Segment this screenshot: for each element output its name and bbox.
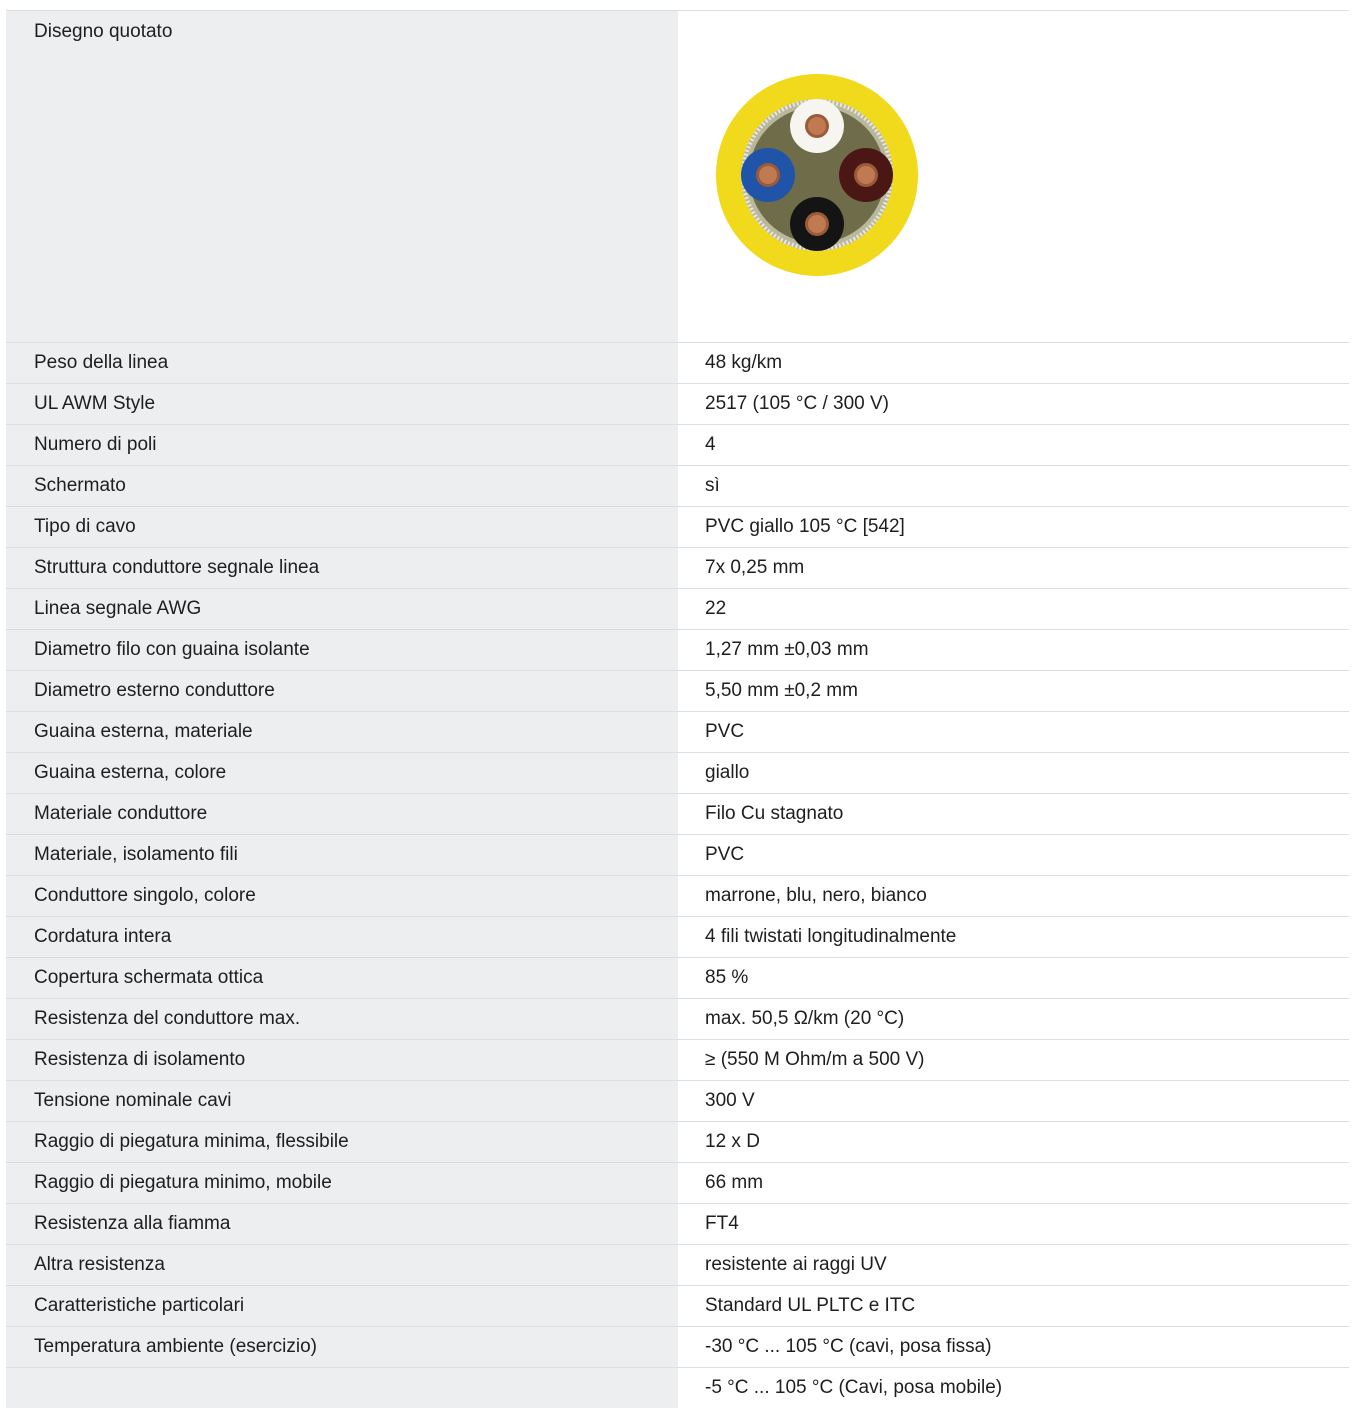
table-row: Numero di poli 4 xyxy=(6,425,1349,466)
table-row: Guaina esterna, materiale PVC xyxy=(6,712,1349,753)
table-row: Resistenza del conduttore max. max. 50,5… xyxy=(6,999,1349,1040)
property-value: -30 °C ... 105 °C (cavi, posa fissa) xyxy=(678,1327,1349,1367)
property-label: Linea segnale AWG xyxy=(6,589,678,629)
property-label: Conduttore singolo, colore xyxy=(6,876,678,916)
property-label: Schermato xyxy=(6,466,678,506)
property-label xyxy=(6,1368,678,1408)
table-row: -5 °C ... 105 °C (Cavi, posa mobile) xyxy=(6,1368,1349,1408)
table-row: Altra resistenza resistente ai raggi UV xyxy=(6,1245,1349,1286)
property-label: Altra resistenza xyxy=(6,1245,678,1285)
property-value: 1,27 mm ±0,03 mm xyxy=(678,630,1349,670)
property-label: Guaina esterna, materiale xyxy=(6,712,678,752)
table-row: Resistenza di isolamento ≥ (550 M Ohm/m … xyxy=(6,1040,1349,1081)
property-label: Resistenza del conduttore max. xyxy=(6,999,678,1039)
table-row: UL AWM Style 2517 (105 °C / 300 V) xyxy=(6,384,1349,425)
property-value: PVC xyxy=(678,835,1349,875)
table-row: Struttura conduttore segnale linea 7x 0,… xyxy=(6,548,1349,589)
property-label: Tipo di cavo xyxy=(6,507,678,547)
property-value: 4 xyxy=(678,425,1349,465)
table-row: Schermato sì xyxy=(6,466,1349,507)
property-value: 48 kg/km xyxy=(678,343,1349,383)
property-value: -5 °C ... 105 °C (Cavi, posa mobile) xyxy=(678,1368,1349,1408)
property-value: 7x 0,25 mm xyxy=(678,548,1349,588)
table-row: Peso della linea 48 kg/km xyxy=(6,343,1349,384)
property-value: 85 % xyxy=(678,958,1349,998)
property-label: Struttura conduttore segnale linea xyxy=(6,548,678,588)
table-row: Materiale, isolamento fili PVC xyxy=(6,835,1349,876)
table-row: Temperatura ambiente (esercizio) -30 °C … xyxy=(6,1327,1349,1368)
property-label: Guaina esterna, colore xyxy=(6,753,678,793)
property-label: Resistenza alla fiamma xyxy=(6,1204,678,1244)
table-row: Resistenza alla fiamma FT4 xyxy=(6,1204,1349,1245)
table-row: Diametro filo con guaina isolante 1,27 m… xyxy=(6,630,1349,671)
property-value: 12 x D xyxy=(678,1122,1349,1162)
property-value: 2517 (105 °C / 300 V) xyxy=(678,384,1349,424)
table-row: Materiale conduttore Filo Cu stagnato xyxy=(6,794,1349,835)
property-value: Filo Cu stagnato xyxy=(678,794,1349,834)
property-label: Raggio di piegatura minimo, mobile xyxy=(6,1163,678,1203)
property-value: ≥ (550 M Ohm/m a 500 V) xyxy=(678,1040,1349,1080)
property-label: Raggio di piegatura minima, flessibile xyxy=(6,1122,678,1162)
property-label: Diametro filo con guaina isolante xyxy=(6,630,678,670)
table-row: Tensione nominale cavi 300 V xyxy=(6,1081,1349,1122)
property-value: 300 V xyxy=(678,1081,1349,1121)
property-label: Caratteristiche particolari xyxy=(6,1286,678,1326)
property-label: Cordatura intera xyxy=(6,917,678,957)
property-value: sì xyxy=(678,466,1349,506)
property-value: PVC giallo 105 °C [542] xyxy=(678,507,1349,547)
property-label: UL AWM Style xyxy=(6,384,678,424)
technical-data-table: Disegno quotato Peso della linea 48 kg/k… xyxy=(6,11,1349,1408)
table-row: Tipo di cavo PVC giallo 105 °C [542] xyxy=(6,507,1349,548)
dimensional-drawing-row: Disegno quotato xyxy=(6,11,1349,343)
table-row: Cordatura intera 4 fili twistati longitu… xyxy=(6,917,1349,958)
drawing-cell xyxy=(678,11,1349,342)
property-value: giallo xyxy=(678,753,1349,793)
table-row: Guaina esterna, colore giallo xyxy=(6,753,1349,794)
property-label: Temperatura ambiente (esercizio) xyxy=(6,1327,678,1367)
cable-cross-section-image xyxy=(716,74,918,276)
property-label: Copertura schermata ottica xyxy=(6,958,678,998)
property-value: Standard UL PLTC e ITC xyxy=(678,1286,1349,1326)
property-label: Peso della linea xyxy=(6,343,678,383)
property-label: Materiale conduttore xyxy=(6,794,678,834)
table-row: Diametro esterno conduttore 5,50 mm ±0,2… xyxy=(6,671,1349,712)
property-value: 22 xyxy=(678,589,1349,629)
table-row: Copertura schermata ottica 85 % xyxy=(6,958,1349,999)
drawing-label: Disegno quotato xyxy=(6,11,678,342)
property-value: 4 fili twistati longitudinalmente xyxy=(678,917,1349,957)
property-label: Tensione nominale cavi xyxy=(6,1081,678,1121)
property-label: Numero di poli xyxy=(6,425,678,465)
property-label: Resistenza di isolamento xyxy=(6,1040,678,1080)
property-value: 5,50 mm ±0,2 mm xyxy=(678,671,1349,711)
table-row: Raggio di piegatura minima, flessibile 1… xyxy=(6,1122,1349,1163)
property-label: Diametro esterno conduttore xyxy=(6,671,678,711)
table-row: Raggio di piegatura minimo, mobile 66 mm xyxy=(6,1163,1349,1204)
table-row: Conduttore singolo, colore marrone, blu,… xyxy=(6,876,1349,917)
property-value: 66 mm xyxy=(678,1163,1349,1203)
property-value: marrone, blu, nero, bianco xyxy=(678,876,1349,916)
table-row: Linea segnale AWG 22 xyxy=(6,589,1349,630)
property-value: max. 50,5 Ω/km (20 °C) xyxy=(678,999,1349,1039)
property-value: FT4 xyxy=(678,1204,1349,1244)
property-value: resistente ai raggi UV xyxy=(678,1245,1349,1285)
property-value: PVC xyxy=(678,712,1349,752)
property-label: Materiale, isolamento fili xyxy=(6,835,678,875)
table-row: Caratteristiche particolari Standard UL … xyxy=(6,1286,1349,1327)
